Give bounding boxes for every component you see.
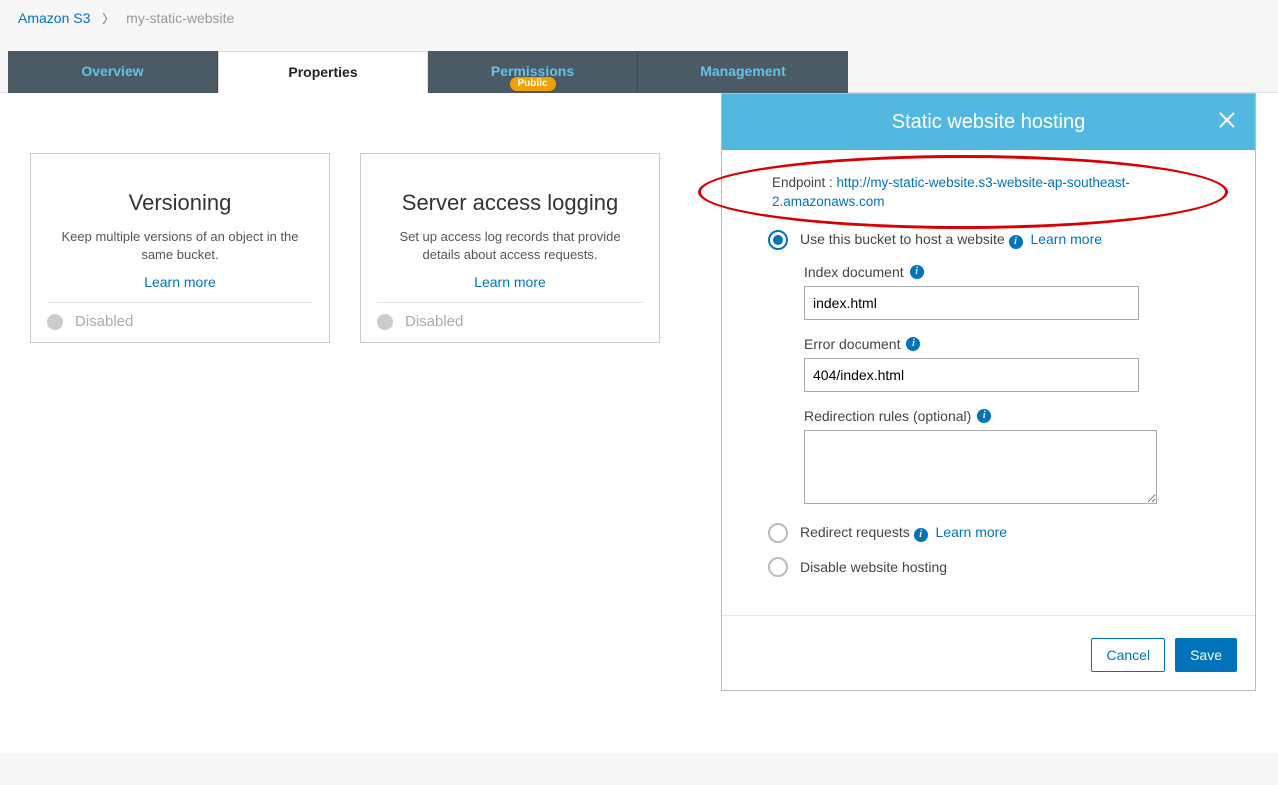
close-icon[interactable] bbox=[1217, 110, 1237, 136]
card-logging-learn-link[interactable]: Learn more bbox=[377, 274, 643, 290]
tab-management[interactable]: Management bbox=[638, 51, 848, 93]
tab-overview[interactable]: Overview bbox=[8, 51, 218, 93]
redirection-rules-label: Redirection rules (optional) bbox=[804, 408, 971, 424]
breadcrumb: Amazon S3 〉 my-static-website bbox=[0, 0, 1278, 51]
breadcrumb-root-link[interactable]: Amazon S3 bbox=[18, 10, 90, 26]
tab-bar: Overview Properties Permissions Public M… bbox=[8, 51, 1270, 93]
endpoint-label: Endpoint : bbox=[772, 175, 837, 190]
info-icon[interactable]: i bbox=[914, 528, 928, 542]
card-versioning-status: Disabled bbox=[75, 313, 133, 330]
info-icon[interactable]: i bbox=[1009, 235, 1023, 249]
card-logging-title: Server access logging bbox=[377, 190, 643, 216]
card-versioning-title: Versioning bbox=[47, 190, 313, 216]
option-disable-label: Disable website hosting bbox=[800, 559, 947, 575]
option-disable-hosting[interactable]: Disable website hosting bbox=[768, 557, 1205, 577]
info-icon[interactable]: i bbox=[977, 409, 991, 423]
info-icon[interactable]: i bbox=[910, 265, 924, 279]
endpoint-block: Endpoint : http://my-static-website.s3-w… bbox=[772, 174, 1205, 212]
option-redirect-requests[interactable]: Redirect requests i Learn more bbox=[768, 523, 1205, 543]
radio-icon[interactable] bbox=[768, 557, 788, 577]
panel-header: Static website hosting bbox=[722, 94, 1255, 150]
info-icon[interactable]: i bbox=[906, 337, 920, 351]
card-logging-desc: Set up access log records that provide d… bbox=[385, 228, 635, 264]
index-document-label: Index document bbox=[804, 264, 904, 280]
static-website-hosting-panel: Static website hosting Endpoint : http:/… bbox=[721, 93, 1256, 691]
card-logging-status: Disabled bbox=[405, 313, 463, 330]
option-redirect-label: Redirect requests bbox=[800, 524, 910, 540]
card-versioning-desc: Keep multiple versions of an object in t… bbox=[55, 228, 305, 264]
error-document-input[interactable] bbox=[804, 358, 1139, 392]
card-logging[interactable]: Server access logging Set up access log … bbox=[360, 153, 660, 343]
save-button[interactable]: Save bbox=[1175, 638, 1237, 672]
option-host-website[interactable]: Use this bucket to host a website i Lear… bbox=[768, 230, 1205, 250]
option-host-label: Use this bucket to host a website bbox=[800, 231, 1005, 247]
tab-permissions[interactable]: Permissions Public bbox=[428, 51, 638, 93]
option-redirect-learn-link[interactable]: Learn more bbox=[936, 524, 1008, 540]
card-versioning[interactable]: Versioning Keep multiple versions of an … bbox=[30, 153, 330, 343]
public-badge: Public bbox=[509, 77, 555, 91]
option-host-learn-link[interactable]: Learn more bbox=[1030, 231, 1102, 247]
error-document-label: Error document bbox=[804, 336, 900, 352]
chevron-right-icon: 〉 bbox=[102, 12, 114, 26]
index-document-input[interactable] bbox=[804, 286, 1139, 320]
tab-properties[interactable]: Properties bbox=[218, 51, 428, 93]
redirection-rules-textarea[interactable] bbox=[804, 430, 1157, 504]
breadcrumb-bucket: my-static-website bbox=[126, 10, 234, 26]
radio-icon[interactable] bbox=[768, 230, 788, 250]
card-versioning-learn-link[interactable]: Learn more bbox=[47, 274, 313, 290]
status-dot-icon bbox=[47, 314, 63, 330]
status-dot-icon bbox=[377, 314, 393, 330]
panel-title: Static website hosting bbox=[892, 111, 1085, 134]
cancel-button[interactable]: Cancel bbox=[1091, 638, 1165, 672]
radio-icon[interactable] bbox=[768, 523, 788, 543]
